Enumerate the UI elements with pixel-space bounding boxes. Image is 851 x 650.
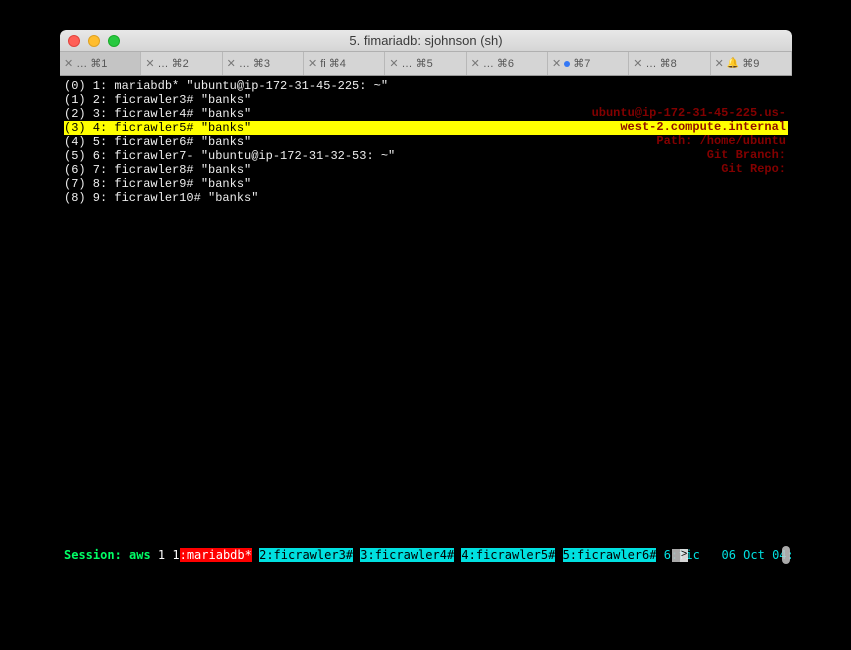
status-w2[interactable]: 2:ficrawler3# [259, 548, 353, 562]
tab-1[interactable]: ✕… ⌘1 [60, 52, 141, 75]
window-list-item[interactable]: (0) 1: mariabdb* "ubuntu@ip-172-31-45-22… [64, 79, 788, 93]
tab-label: fi ⌘4 [320, 57, 346, 70]
bell-icon: 🔔 [727, 58, 739, 69]
window-list-item[interactable]: (7) 8: ficrawler9# "banks" [64, 177, 788, 191]
tab-label: … ⌘2 [158, 57, 189, 70]
status-gt: > [680, 549, 688, 562]
tab-4[interactable]: ✕fi ⌘4 [304, 52, 385, 75]
tab-9[interactable]: ✕🔔⌘9 [711, 52, 792, 75]
tab-6[interactable]: ✕… ⌘6 [467, 52, 548, 75]
close-tab-icon[interactable]: ✕ [389, 57, 398, 70]
window-title: 5. fimariadb: sjohnson (sh) [60, 33, 792, 48]
close-tab-icon[interactable]: ✕ [227, 57, 236, 70]
status-w3[interactable]: 3:ficrawler4# [360, 548, 454, 562]
close-tab-icon[interactable]: ✕ [633, 57, 642, 70]
hud-branch: Git Branch: [592, 148, 786, 162]
close-tab-icon[interactable]: ✕ [64, 57, 73, 70]
titlebar: 5. fimariadb: sjohnson (sh) [60, 30, 792, 52]
window-list-item[interactable]: (8) 9: ficrawler10# "banks" [64, 191, 788, 205]
hud-repo: Git Repo: [592, 162, 786, 176]
tab-label: ⌘9 [742, 57, 759, 70]
terminal-window: 5. fimariadb: sjohnson (sh) ✕… ⌘1✕… ⌘2✕…… [60, 30, 792, 578]
tab-label: … ⌘3 [239, 57, 270, 70]
status-w4[interactable]: 4:ficrawler5# [461, 548, 555, 562]
close-tab-icon[interactable]: ✕ [145, 57, 154, 70]
tab-label: … ⌘8 [646, 57, 677, 70]
session-label: Session: aws [64, 548, 158, 562]
hud-host: ubuntu@ip-172-31-45-225.us- [592, 106, 786, 120]
hud-path: Path: /home/ubuntu [592, 134, 786, 148]
tab-5[interactable]: ✕ … ⌘5 [385, 52, 466, 75]
close-tab-icon[interactable]: ✕ [308, 57, 317, 70]
tab-2[interactable]: ✕ … ⌘2 [141, 52, 222, 75]
tab-label: … ⌘1 [76, 57, 107, 70]
tab-8[interactable]: ✕ … ⌘8 [629, 52, 710, 75]
tab-3[interactable]: ✕… ⌘3 [223, 52, 304, 75]
tab-bar: ✕… ⌘1✕… ⌘2✕… ⌘3✕fi ⌘4✕… ⌘5✕… ⌘6✕⌘7✕… ⌘8✕… [60, 52, 792, 76]
close-tab-icon[interactable]: ✕ [471, 57, 480, 70]
tab-label: … ⌘5 [402, 57, 433, 70]
terminal-content[interactable]: (0) 1: mariabdb* "ubuntu@ip-172-31-45-22… [60, 76, 792, 578]
unread-dot-icon [564, 61, 570, 67]
tab-7[interactable]: ✕ ⌘7 [548, 52, 629, 75]
hud-host2: west-2.compute.internal [592, 120, 786, 134]
window-list-item[interactable]: (1) 2: ficrawler3# "banks" [64, 93, 788, 107]
status-w1[interactable]: :mariabdb* [180, 548, 252, 562]
status-w5[interactable]: 5:ficrawler6# [563, 548, 657, 562]
session-count: 1 [158, 548, 172, 562]
status-w1-pre: 1 [172, 548, 179, 562]
tab-label: … ⌘6 [483, 57, 514, 70]
hud-overlay: ubuntu@ip-172-31-45-225.us- west-2.compu… [592, 106, 786, 176]
tab-label: ⌘7 [573, 57, 590, 70]
close-tab-icon[interactable]: ✕ [552, 57, 561, 70]
cursor-block [672, 549, 680, 562]
scrollbar-thumb[interactable] [782, 546, 790, 564]
close-tab-icon[interactable]: ✕ [715, 57, 724, 70]
